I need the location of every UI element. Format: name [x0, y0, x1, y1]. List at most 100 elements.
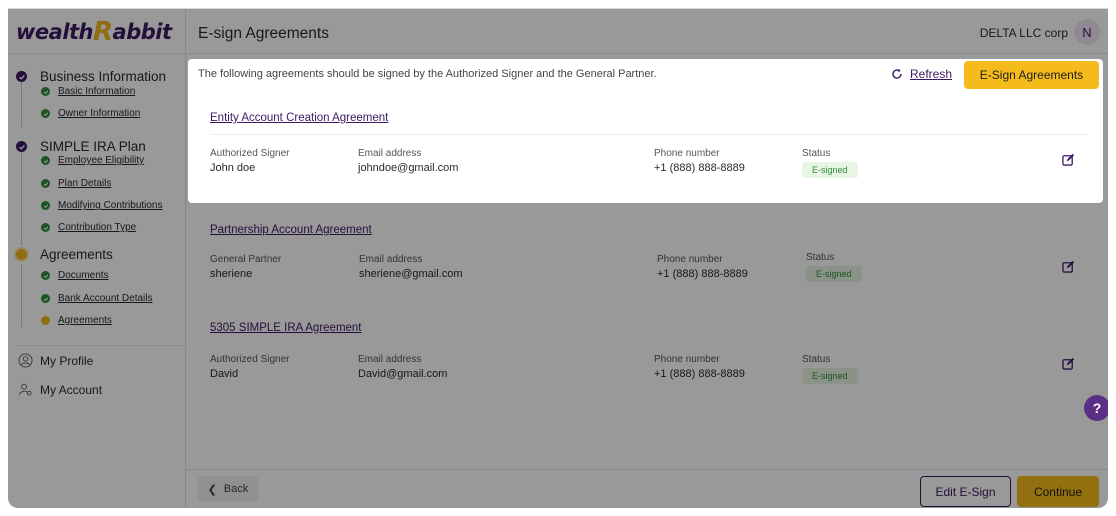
instruction-text: The following agreements should be signe… [198, 68, 657, 80]
role-field: Authorized Signer John doe [210, 148, 290, 174]
continue-button[interactable]: Continue [1017, 476, 1099, 507]
sidebar-section-simple-ira-plan[interactable]: SIMPLE IRA Plan [16, 139, 146, 154]
field-value: David@gmail.com [358, 368, 448, 380]
refresh-label: Refresh [910, 67, 953, 81]
edit-esign-button[interactable]: Edit E-Sign [920, 476, 1011, 507]
back-label: Back [223, 483, 249, 495]
sidebar-item-label: Modifying Contributions [58, 200, 163, 211]
help-button[interactable]: ? [1084, 395, 1108, 421]
sidebar-item-contribution-type[interactable]: Contribution Type [41, 222, 136, 233]
field-label: Email address [358, 354, 422, 365]
sidebar-item-agreements[interactable]: Agreements [41, 315, 112, 326]
my-profile-label: My Profile [40, 353, 94, 368]
check-icon [16, 141, 27, 152]
check-icon [41, 179, 50, 188]
user-icon [18, 353, 33, 368]
logo-r: R [93, 17, 113, 47]
sidebar-item-label: Bank Account Details [58, 293, 153, 304]
logo-text: wealth [16, 20, 94, 44]
edit-icon[interactable] [1062, 357, 1075, 370]
field-label: Email address [358, 148, 422, 159]
divider [210, 134, 1088, 135]
field-value: +1 (888) 888-8889 [654, 162, 745, 174]
refresh-link[interactable]: Refresh [891, 67, 952, 81]
sidebar-item-documents[interactable]: Documents [41, 270, 109, 281]
esign-agreements-button[interactable]: E-Sign Agreements [964, 61, 1099, 89]
section-label: Agreements [40, 247, 113, 262]
field-label: Status [802, 354, 831, 365]
avatar[interactable]: N [1074, 19, 1100, 45]
status-badge: E-signed [802, 162, 858, 178]
field-value: +1 (888) 888-8889 [654, 368, 745, 380]
status-badge: E-signed [802, 368, 858, 384]
field-value: johndoe@gmail.com [358, 162, 459, 174]
chevron-left-icon: ❮ [207, 483, 217, 496]
refresh-icon [892, 68, 902, 79]
section-label: Business Information [40, 69, 167, 84]
field-value: sheriene [210, 268, 253, 280]
field-label: Status [802, 148, 831, 159]
check-icon [41, 271, 50, 280]
tree-line [21, 79, 22, 127]
sidebar: wealth Rabbit Business Information Basic … [8, 9, 186, 508]
back-button[interactable]: ❮ Back [198, 476, 258, 502]
check-icon [41, 87, 50, 96]
agreement-title-link[interactable]: 5305 SIMPLE IRA Agreement [210, 322, 362, 334]
sidebar-item-label: Documents [58, 270, 109, 281]
logo-text-2: abbit [112, 20, 172, 44]
status-field: Status E-signed [802, 148, 858, 178]
sidebar-section-agreements[interactable]: Agreements [16, 247, 113, 262]
edit-icon[interactable] [1062, 260, 1075, 273]
company-name: DELTA LLC corp [979, 26, 1068, 40]
phone-field: Phone number +1 (888) 888-8889 [654, 148, 745, 174]
sidebar-item-label: Owner Information [58, 108, 141, 119]
field-label: Authorized Signer [210, 354, 290, 365]
field-label: Phone number [657, 254, 723, 265]
check-icon [41, 156, 50, 165]
check-icon [16, 71, 27, 82]
sidebar-item-plan-details[interactable]: Plan Details [41, 178, 111, 189]
sidebar-item-basic-information[interactable]: Basic Information [41, 86, 135, 97]
my-account-link[interactable]: My Account [18, 382, 102, 397]
agreement-title-link[interactable]: Partnership Account Agreement [210, 224, 372, 236]
app-window: wealth Rabbit Business Information Basic … [8, 8, 1108, 508]
agreement-card-partnership: Partnership Account Agreement General Pa… [192, 214, 1097, 294]
user-settings-icon [18, 383, 32, 396]
page-title: E-sign Agreements [198, 25, 329, 42]
edit-icon[interactable] [1062, 153, 1075, 166]
field-value: David [210, 368, 239, 380]
sidebar-item-label: Basic Information [58, 86, 136, 97]
sidebar-section-business-information[interactable]: Business Information [16, 69, 166, 84]
status-badge: E-signed [806, 266, 862, 282]
sidebar-item-employee-eligibility[interactable]: Employee Eligibility [41, 155, 144, 166]
footer-bar: ❮ Back Edit E-Sign Continue [186, 469, 1108, 508]
check-icon [41, 294, 50, 303]
field-value: John doe [210, 162, 256, 174]
phone-field: Phone number +1 (888) 888-8889 [657, 254, 748, 280]
status-field: Status E-signed [806, 252, 862, 282]
sidebar-item-modifying-contributions[interactable]: Modifying Contributions [41, 200, 163, 211]
header: E-sign Agreements DELTA LLC corp N [186, 9, 1108, 54]
sidebar-item-owner-information[interactable]: Owner Information [41, 108, 140, 119]
wealthrabbit-logo[interactable]: wealth Rabbit [16, 17, 172, 47]
highlighted-panel: The following agreements should be signe… [188, 59, 1103, 203]
sidebar-item-label: Contribution Type [58, 222, 137, 233]
email-field: Email address johndoe@gmail.com [358, 148, 458, 174]
role-field: Authorized Signer David [210, 354, 290, 380]
sidebar-item-bank-account-details[interactable]: Bank Account Details [41, 293, 153, 304]
sidebar-item-label: Employee Eligibility [58, 155, 145, 166]
my-profile-link[interactable]: My Profile [18, 353, 93, 368]
divider [16, 345, 186, 346]
email-field: Email address sheriene@gmail.com [359, 254, 463, 280]
field-value: sheriene@gmail.com [359, 268, 463, 280]
status-field: Status E-signed [802, 354, 858, 384]
field-label: Email address [359, 254, 423, 265]
field-label: Phone number [654, 148, 720, 159]
field-label: Authorized Signer [210, 148, 290, 159]
field-value: +1 (888) 888-8889 [657, 268, 748, 280]
check-icon [41, 201, 50, 210]
my-account-label: My Account [40, 382, 103, 397]
agreement-title-link[interactable]: Entity Account Creation Agreement [210, 112, 388, 124]
email-field: Email address David@gmail.com [358, 354, 447, 380]
current-step-icon [16, 249, 27, 260]
